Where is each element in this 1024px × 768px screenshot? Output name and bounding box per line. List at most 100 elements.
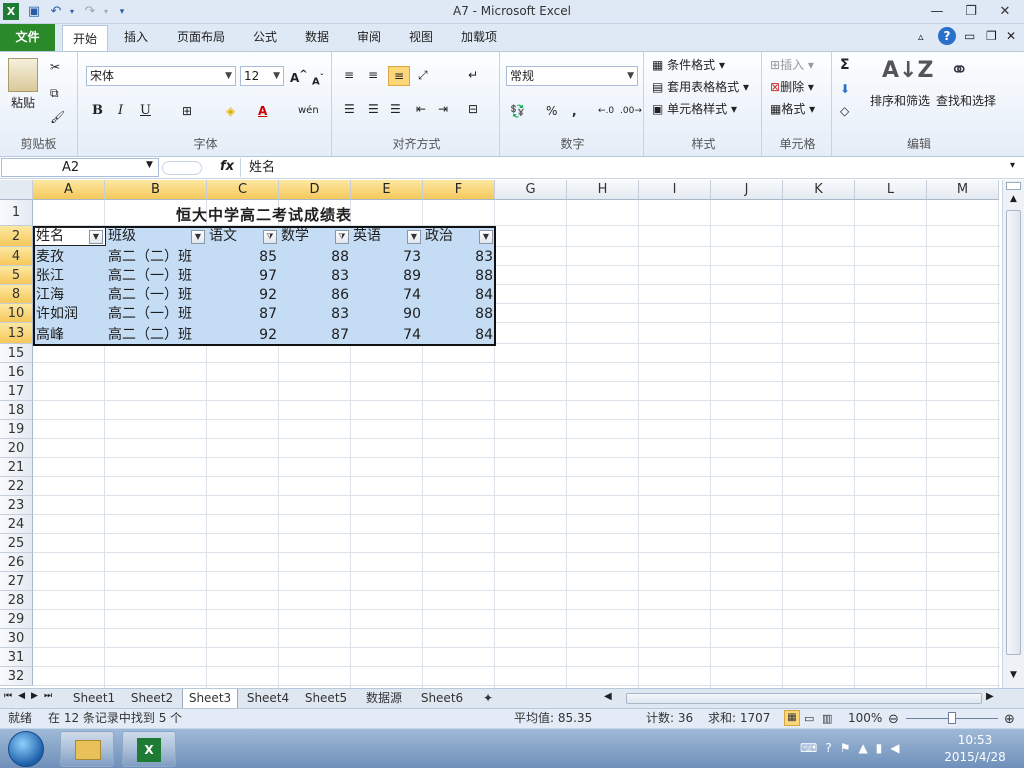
increase-decimal-icon[interactable]: ←.0 — [598, 102, 614, 122]
format-cells-button[interactable]: ▦格式 ▾ — [770, 100, 815, 120]
sheet-tab-2[interactable]: Sheet2 — [124, 689, 180, 708]
start-button-icon[interactable] — [8, 731, 44, 767]
system-tray-icons[interactable]: ⌨?⚑▲▮◀ — [800, 741, 908, 755]
column-header-a[interactable]: A — [33, 180, 105, 200]
row-header-22[interactable]: 22 — [0, 477, 33, 496]
autosum-button[interactable]: Σ — [840, 56, 850, 76]
tab-review[interactable]: 审阅 — [348, 24, 390, 51]
percent-button[interactable]: % — [546, 102, 557, 122]
sheet-tab-4[interactable]: Sheet4 — [240, 689, 296, 708]
row-header-31[interactable]: 31 — [0, 648, 33, 667]
column-header-j[interactable]: J — [711, 180, 783, 200]
table-cell[interactable]: 高二（二）班 — [106, 248, 206, 267]
table-cell[interactable]: 74 — [351, 326, 423, 345]
table-cell[interactable]: 83 — [279, 305, 351, 324]
number-format-combo[interactable]: 常规 ▼ — [506, 66, 638, 86]
expand-formula-icon[interactable]: ▾ — [1010, 160, 1015, 171]
row-header-20[interactable]: 20 — [0, 439, 33, 458]
tab-home[interactable]: 开始 — [62, 25, 108, 52]
currency-icon[interactable]: 💱 — [510, 102, 525, 122]
normal-view-icon[interactable]: ▦ — [784, 710, 800, 726]
doc-minimize-icon[interactable]: ▭ — [964, 29, 975, 43]
table-cell[interactable]: 88 — [423, 267, 495, 286]
align-right-icon[interactable]: ☰ — [390, 100, 401, 120]
align-center-icon[interactable]: ☰ — [368, 100, 379, 120]
column-header-f[interactable]: F — [423, 180, 495, 200]
binoculars-icon[interactable]: ⚭ — [950, 58, 968, 83]
comma-button[interactable]: , — [572, 102, 577, 122]
row-header-2[interactable]: 2 — [0, 226, 33, 247]
explorer-taskbar-icon[interactable] — [60, 731, 114, 767]
sheet-tab-6[interactable]: Sheet6 — [414, 689, 470, 708]
table-cell[interactable]: 86 — [279, 286, 351, 305]
table-cell[interactable]: 高二（二）班 — [106, 326, 206, 345]
restore-icon[interactable]: ❐ — [958, 2, 984, 22]
table-cell[interactable]: 84 — [423, 326, 495, 345]
italic-button[interactable]: I — [118, 102, 123, 122]
column-header-b[interactable]: B — [105, 180, 207, 200]
table-cell[interactable]: 90 — [351, 305, 423, 324]
doc-close-icon[interactable]: ✕ — [1006, 29, 1016, 43]
align-middle-icon[interactable]: ≡ — [368, 66, 378, 86]
table-cell[interactable]: 87 — [279, 326, 351, 345]
tab-addins[interactable]: 加载项 — [452, 24, 506, 51]
clear-icon[interactable]: ◇ — [840, 102, 849, 122]
column-header-l[interactable]: L — [855, 180, 927, 200]
column-header-d[interactable]: D — [279, 180, 351, 200]
shrink-font-icon[interactable]: Aˇ — [312, 68, 324, 88]
table-cell[interactable]: 江海 — [34, 286, 106, 305]
row-header-8[interactable]: 8 — [0, 285, 33, 304]
table-cell[interactable]: 高二（一）班 — [106, 267, 206, 286]
row-header-4[interactable]: 4 — [0, 247, 33, 266]
column-header-h[interactable]: H — [567, 180, 639, 200]
zoom-level[interactable]: 100% — [848, 709, 882, 728]
row-header-24[interactable]: 24 — [0, 515, 33, 534]
row-header-1[interactable]: 1 — [0, 200, 33, 226]
row-header-10[interactable]: 10 — [0, 304, 33, 323]
table-cell[interactable]: 89 — [351, 267, 423, 286]
table-cell[interactable]: 88 — [423, 305, 495, 324]
row-header-15[interactable]: 15 — [0, 344, 33, 363]
name-box[interactable]: A2 — [1, 158, 159, 177]
filter-active-icon[interactable]: ⧩ — [335, 230, 349, 244]
zoom-slider-thumb[interactable] — [948, 712, 956, 724]
sheet-title[interactable]: 恒大中学高二考试成绩表 — [34, 206, 494, 225]
scroll-left-icon[interactable]: ◀ — [604, 691, 612, 702]
zoom-in-icon[interactable]: ⊕ — [1004, 710, 1015, 729]
doc-restore-icon[interactable]: ❐ — [986, 29, 997, 43]
sheet-nav-icon[interactable]: ⏮◀▶⏭ — [4, 691, 58, 701]
align-bottom-icon[interactable]: ≡ — [388, 66, 410, 86]
filter-dropdown-icon[interactable]: ▼ — [191, 230, 205, 244]
table-cell[interactable]: 97 — [207, 267, 279, 286]
paste-icon[interactable] — [8, 58, 38, 92]
filter-active-icon[interactable]: ⧩ — [263, 230, 277, 244]
formula-input[interactable]: 姓名 — [240, 158, 1010, 177]
tab-page-layout[interactable]: 页面布局 — [168, 24, 234, 51]
table-cell[interactable]: 高二（一）班 — [106, 286, 206, 305]
column-header-e[interactable]: E — [351, 180, 423, 200]
orientation-icon[interactable]: ⤢ — [418, 66, 428, 86]
font-name-combo[interactable]: 宋体 ▼ — [86, 66, 236, 86]
vertical-scroll-thumb[interactable] — [1006, 210, 1021, 655]
filter-dropdown-icon[interactable]: ▼ — [89, 230, 103, 244]
scroll-right-icon[interactable]: ▶ — [986, 691, 994, 702]
row-header-18[interactable]: 18 — [0, 401, 33, 420]
sheet-tab-1[interactable]: Sheet1 — [66, 689, 122, 708]
table-cell[interactable]: 88 — [279, 248, 351, 267]
sort-filter-icon[interactable]: A↓Z — [882, 58, 933, 83]
align-top-icon[interactable]: ≡ — [344, 66, 354, 86]
bold-button[interactable]: B — [92, 102, 103, 122]
row-header-13[interactable]: 13 — [0, 323, 33, 344]
row-header-23[interactable]: 23 — [0, 496, 33, 515]
cell-styles-button[interactable]: ▣ 单元格样式 ▾ — [652, 100, 737, 120]
table-cell[interactable]: 84 — [423, 286, 495, 305]
copy-icon[interactable]: ⧉ — [50, 84, 59, 104]
row-header-32[interactable]: 32 — [0, 667, 33, 686]
tab-file[interactable]: 文件 — [0, 24, 55, 51]
row-header-19[interactable]: 19 — [0, 420, 33, 439]
increase-indent-icon[interactable]: ⇥ — [438, 100, 448, 120]
table-cell[interactable]: 92 — [207, 286, 279, 305]
zoom-out-icon[interactable]: ⊖ — [888, 710, 899, 729]
tab-formulas[interactable]: 公式 — [244, 24, 286, 51]
clock-time[interactable]: 10:53 — [940, 733, 1010, 747]
